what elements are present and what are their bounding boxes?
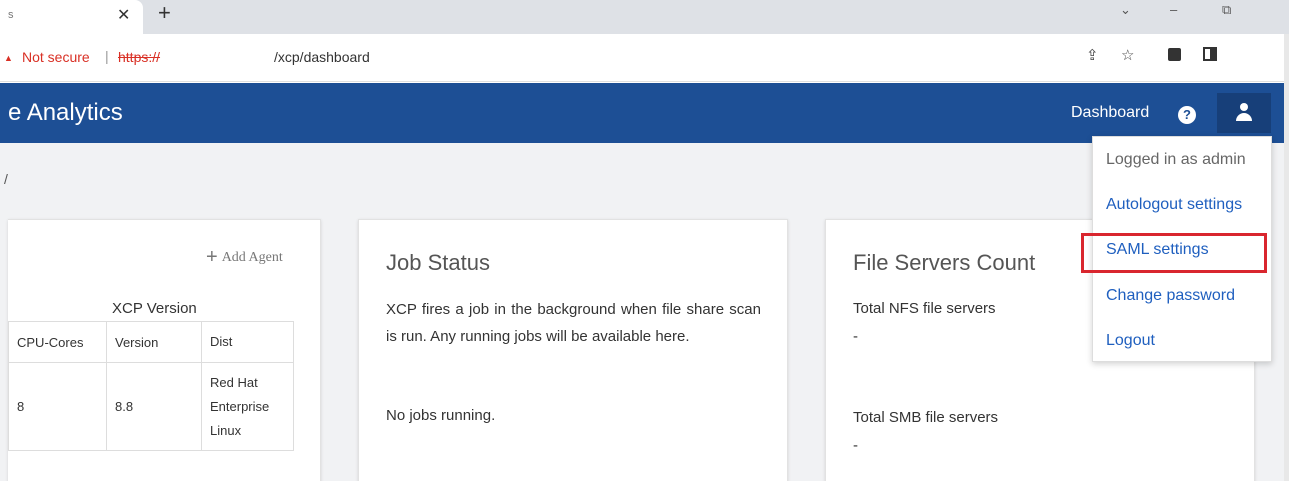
column-header: CPU-Cores (8, 321, 107, 363)
not-secure-label[interactable]: Not secure (22, 49, 90, 65)
job-status-title: Job Status (386, 250, 490, 275)
help-icon[interactable]: ? (1178, 106, 1196, 124)
warning-icon[interactable]: ▲ (4, 53, 13, 63)
close-tab-icon[interactable]: ✕ (117, 5, 130, 25)
table-header-row: CPU-Cores Version Dist (8, 321, 294, 363)
job-status-description: XCP fires a job in the background when f… (386, 301, 761, 345)
tab-search-icon[interactable]: ⌄ (1120, 2, 1131, 18)
plus-icon: + (206, 246, 218, 268)
saml-settings-highlight-box (1081, 233, 1267, 273)
new-tab-icon[interactable]: + (158, 2, 171, 24)
app-title: e Analytics (8, 99, 123, 126)
user-menu-button[interactable] (1217, 93, 1271, 133)
restore-icon[interactable]: ⧉ (1222, 2, 1231, 18)
job-status-message: No jobs running. (386, 407, 496, 424)
version-cell: 8.8 (106, 362, 202, 451)
cpu-cores-cell: 8 (8, 362, 107, 451)
nfs-servers-value: - (853, 328, 858, 345)
add-agent-button[interactable]: + Add Agent (206, 246, 283, 269)
table-row: 8 8.8 Red Hat Enterprise Linux (8, 362, 294, 451)
menu-item-autologout-settings[interactable]: Autologout settings (1106, 196, 1242, 214)
extensions-puzzle-icon[interactable] (1168, 48, 1181, 61)
dist-cell: Red Hat Enterprise Linux (201, 362, 294, 451)
url-scheme[interactable]: https:// (118, 49, 160, 65)
agents-card: + Add Agent XCP Version CPU-Cores Version… (8, 219, 321, 481)
logged-in-label: Logged in as admin (1106, 151, 1246, 168)
smb-servers-label: Total SMB file servers (853, 409, 999, 426)
job-status-card: Job Status XCP fires a job in the backgr… (358, 219, 788, 481)
url-path[interactable]: /xcp/dashboard (274, 49, 370, 65)
address-bar[interactable]: ▲ Not secure | https:// /xcp/dashboard ⇪… (0, 34, 1289, 82)
share-icon[interactable]: ⇪ (1086, 46, 1099, 64)
browser-tab-strip: s ✕ + ⌄ – ⧉ (0, 0, 1289, 34)
agents-table: CPU-Cores Version Dist 8 8.8 Red Hat Ent… (8, 321, 294, 451)
address-separator: | (105, 48, 109, 64)
side-panel-icon[interactable] (1203, 47, 1217, 61)
page-scrollbar[interactable] (1284, 34, 1289, 481)
column-header: Version (106, 321, 202, 363)
nfs-servers-label: Total NFS file servers (853, 300, 996, 317)
bookmark-star-icon[interactable]: ☆ (1121, 46, 1134, 64)
nav-dashboard-link[interactable]: Dashboard (1071, 104, 1149, 122)
minimize-icon[interactable]: – (1170, 2, 1177, 17)
app-header: e Analytics Dashboard ? (0, 83, 1289, 143)
breadcrumb: / (4, 171, 8, 187)
tab-title: s (8, 9, 14, 21)
xcp-version-heading: XCP Version (112, 300, 197, 317)
menu-item-logout[interactable]: Logout (1106, 332, 1155, 350)
file-servers-title: File Servers Count (853, 250, 1036, 275)
menu-item-change-password[interactable]: Change password (1106, 287, 1235, 305)
smb-servers-value: - (853, 437, 858, 454)
add-agent-label: Add Agent (221, 250, 283, 265)
browser-tab[interactable]: s ✕ (0, 0, 143, 34)
url-host-redacted (172, 47, 274, 67)
user-icon (1236, 103, 1252, 123)
column-header: Dist (201, 321, 294, 363)
